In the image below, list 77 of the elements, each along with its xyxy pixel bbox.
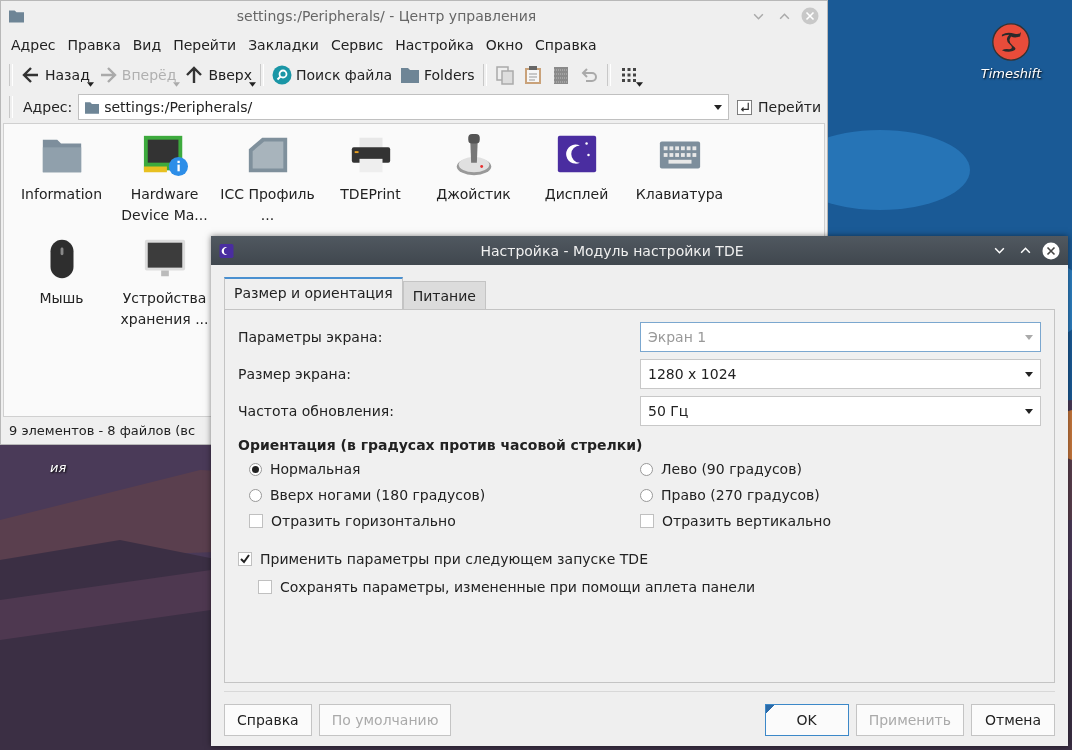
back-arrow-icon <box>21 65 41 85</box>
module-item[interactable]: Джойстик <box>422 132 525 236</box>
dialog-button[interactable]: OK <box>764 704 849 736</box>
menu-item[interactable]: Настройка <box>389 35 480 55</box>
caret-icon <box>1025 408 1033 414</box>
option-label: Сохранять параметры, измененные при помощи аплета панели <box>280 579 755 595</box>
module-item[interactable]: Клавиатура <box>628 132 731 236</box>
address-label: Адрес: <box>23 99 73 115</box>
dialog-button[interactable]: Справка <box>224 704 312 736</box>
caret-icon <box>1025 334 1033 340</box>
menu-item[interactable]: Справка <box>529 35 603 55</box>
window-title: settings:/Peripherals/ - Центр управления <box>235 8 538 24</box>
enter-icon <box>737 99 752 115</box>
menu-item[interactable]: Правка <box>61 35 127 55</box>
field-label: Размер экрана: <box>238 366 353 382</box>
module-item[interactable]: Дисплей <box>525 132 628 236</box>
toolbar-button[interactable]: Folders <box>396 63 479 87</box>
menu-item[interactable]: Вид <box>126 35 168 55</box>
caret-icon <box>714 104 722 110</box>
module-item[interactable]: ICC Профиль ... <box>216 132 319 236</box>
folder-icon <box>400 65 420 85</box>
dialog-button[interactable]: Отмена <box>971 704 1055 736</box>
tab[interactable]: Питание <box>402 281 486 310</box>
option-label: Отразить вертикально <box>662 513 831 529</box>
module-item[interactable]: TDEPrint <box>319 132 422 236</box>
toolbar-button[interactable]: Назад <box>17 63 94 87</box>
toolbar-button[interactable]: Поиск файла <box>268 63 396 87</box>
close-button[interactable] <box>1042 241 1060 260</box>
module-item[interactable]: Hardware Device Ma... <box>113 132 216 236</box>
menu-item[interactable]: Окно <box>479 35 529 55</box>
caret-icon <box>635 82 643 87</box>
menu-item[interactable]: Сервис <box>324 35 390 55</box>
swirl-icon <box>991 22 1031 62</box>
clipboard-icon <box>522 65 543 85</box>
field-label: Параметры экрана: <box>238 329 384 345</box>
combo-box[interactable]: 50 Гц <box>640 396 1041 426</box>
module-item[interactable]: Information <box>10 132 113 236</box>
checkbox[interactable] <box>238 552 252 566</box>
option-label: Право (270 градусов) <box>661 487 820 503</box>
checkbox[interactable] <box>249 514 263 528</box>
caret-icon <box>1025 371 1033 377</box>
check-icon <box>239 553 251 565</box>
search-icon <box>272 65 292 85</box>
option-label: Применить параметры при следующем запуске TDE <box>260 551 648 567</box>
option-label: Вверх ногами (180 градусов) <box>270 487 486 503</box>
checkbox[interactable] <box>258 580 272 594</box>
menu-item[interactable]: Перейти <box>167 35 243 55</box>
field-label: Частота обновления: <box>238 403 395 419</box>
moon-icon <box>219 243 234 258</box>
folder-icon <box>9 9 24 23</box>
combo-box[interactable]: 1280 x 1024 <box>640 359 1041 389</box>
radio-button[interactable] <box>640 488 653 502</box>
option-label: Отразить горизонтально <box>271 513 456 529</box>
close-icon <box>1042 241 1060 260</box>
go-button[interactable]: Перейти <box>735 97 823 117</box>
tab[interactable]: Размер и ориентация <box>224 277 403 310</box>
toolbar-button[interactable]: Вверх <box>180 63 256 87</box>
caret-icon <box>86 82 94 87</box>
close-icon <box>801 7 819 25</box>
window-title: Настройка - Модуль настройки TDE <box>479 242 745 259</box>
address-field[interactable]: settings:/Peripherals/ <box>78 94 729 120</box>
option-label: Лево (90 градусов) <box>661 461 802 477</box>
copy-icon <box>494 65 515 85</box>
folder-icon <box>85 100 100 114</box>
caret-icon <box>173 82 181 87</box>
caret-icon <box>249 82 256 87</box>
status-text: 9 элементов - 8 файлов (вс <box>9 423 196 438</box>
option-label: Нормальная <box>270 461 361 477</box>
section-heading: Ориентация (в градусах против часовой стрелки) <box>238 437 644 453</box>
desktop-icon-label: ия <box>50 460 67 475</box>
radio-button[interactable] <box>249 488 262 502</box>
menu-item[interactable]: Адрес <box>5 35 62 55</box>
radio-button[interactable] <box>249 462 262 476</box>
checkbox[interactable] <box>640 514 654 528</box>
radio-button[interactable] <box>640 462 653 476</box>
module-item[interactable]: Мышь <box>10 236 113 340</box>
menu-item[interactable]: Закладки <box>242 35 325 55</box>
